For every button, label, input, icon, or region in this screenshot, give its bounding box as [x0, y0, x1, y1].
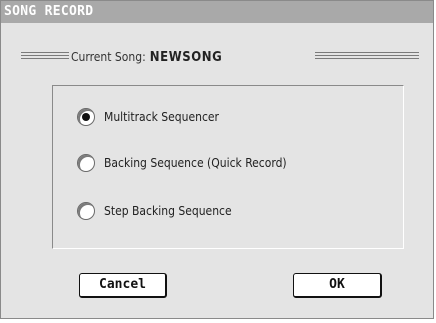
radio-button[interactable]: [77, 202, 95, 220]
record-mode-group: Multitrack Sequencer Backing Sequence (Q…: [52, 85, 404, 249]
current-song-row: Current Song: NEWSONG: [1, 45, 433, 69]
option-label: Step Backing Sequence: [104, 204, 232, 218]
ok-button[interactable]: OK: [293, 273, 382, 298]
cancel-button[interactable]: Cancel: [79, 273, 167, 298]
current-song-name: NEWSONG: [149, 50, 223, 65]
left-divider-lines: [21, 52, 69, 61]
radio-button-selected[interactable]: [77, 108, 95, 126]
song-record-dialog: SONG RECORD Current Song: NEWSONG Multitr…: [0, 0, 434, 319]
option-label: Multitrack Sequencer: [104, 110, 219, 124]
dialog-title: SONG RECORD: [1, 1, 433, 23]
right-divider-lines: [315, 52, 419, 61]
option-step-backing-sequence[interactable]: Step Backing Sequence: [77, 200, 232, 222]
option-backing-sequence-quick-record[interactable]: Backing Sequence (Quick Record): [77, 152, 287, 174]
current-song-info: Current Song: NEWSONG: [71, 47, 222, 67]
option-multitrack-sequencer[interactable]: Multitrack Sequencer: [77, 106, 219, 128]
option-label: Backing Sequence (Quick Record): [104, 156, 287, 170]
radio-button[interactable]: [77, 154, 95, 172]
current-song-label: Current Song:: [71, 50, 146, 64]
